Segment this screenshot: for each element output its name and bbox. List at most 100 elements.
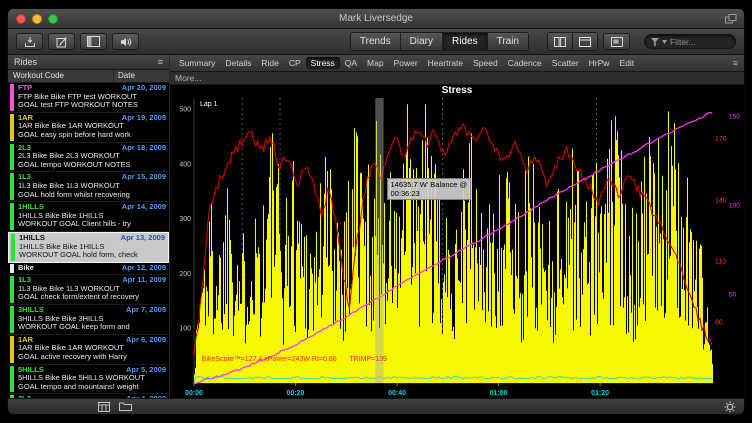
ride-color-bar (11, 234, 15, 261)
tab-heartrate[interactable]: Heartrate (423, 57, 468, 69)
svg-text:80: 80 (715, 319, 723, 326)
ride-description-line: GOAL tempo WORKOUT NOTES (18, 161, 166, 170)
folder-icon[interactable] (119, 401, 132, 412)
ride-color-bar (10, 84, 14, 111)
tab-power[interactable]: Power (389, 57, 423, 69)
download-activity-button[interactable] (16, 33, 43, 50)
list-column-headers: Workout Code Date (8, 70, 169, 83)
ride-list-item[interactable]: 1HILLSApr 14, 20091HILLS Bike Bike 1HILL… (8, 202, 169, 232)
svg-text:TRIMP=139: TRIMP=139 (349, 356, 387, 363)
ride-list-item[interactable]: 1ARApr 6, 20091AR Bike Bike 1AR WORKOUTG… (8, 335, 169, 365)
view-tab-train[interactable]: Train (488, 33, 528, 50)
column-workout-code[interactable]: Workout Code (8, 70, 113, 82)
close-button[interactable] (16, 14, 26, 24)
ride-list-item[interactable]: 1L3Apr 15, 20091L3 Bike Bike 1L3 WORKOUT… (8, 172, 169, 202)
ride-color-bar (10, 336, 14, 363)
ride-color-bar (10, 144, 14, 171)
ride-date: Apr 7, 2009 (126, 306, 166, 315)
svg-text:150: 150 (729, 113, 740, 120)
ride-date: Apr 14, 2009 (122, 203, 166, 212)
tab-cp[interactable]: CP (284, 57, 306, 69)
ride-list-item[interactable]: 1L3Apr 11, 20091L3 Bike Bike 1L3 WORKOUT… (8, 275, 169, 305)
ride-color-bar (10, 366, 14, 393)
ride-date: Apr 11, 2009 (122, 276, 166, 285)
tab-details[interactable]: Details (220, 57, 256, 69)
calendar-icon[interactable] (98, 401, 110, 412)
svg-text:Lap 1: Lap 1 (200, 101, 218, 108)
ride-list-item[interactable]: 3HILLSApr 7, 20093HILLS Bike Bike 3HILLS… (8, 305, 169, 335)
tab-speed[interactable]: Speed (468, 57, 503, 69)
svg-text:01:00: 01:00 (490, 390, 508, 397)
tab-hrpw[interactable]: HrPw (584, 57, 615, 69)
toolbar: TrendsDiaryRidesTrain Filter... (8, 29, 744, 55)
ride-list-item[interactable]: 1ARApr 19, 20091AR Bike Bike 1AR WORKOUT… (8, 113, 169, 143)
ride-list-item[interactable]: 5HILLSApr 5, 20095HILLS Bike Bike 5HILLS… (8, 365, 169, 395)
zoom-button[interactable] (48, 14, 58, 24)
ride-date: Apr 18, 2009 (122, 144, 166, 153)
svg-text:100: 100 (179, 326, 191, 333)
tiled-view-button[interactable] (548, 33, 573, 50)
tabbed-view-button[interactable] (573, 33, 597, 50)
tab-ride[interactable]: Ride (256, 57, 283, 69)
tab-summary[interactable]: Summary (174, 57, 220, 69)
tab-edit[interactable]: Edit (614, 57, 639, 69)
window-layout-button[interactable] (603, 33, 630, 50)
svg-text:00:00: 00:00 (185, 390, 203, 397)
svg-text:200: 200 (179, 271, 191, 278)
svg-text:50: 50 (729, 291, 737, 298)
manual-activity-button[interactable] (48, 33, 75, 50)
minimize-button[interactable] (32, 14, 42, 24)
ride-description-line: GOAL active recovery with Harry (18, 353, 166, 362)
stress-chart-panel[interactable]: Stress 100200300400500801101401705010015… (170, 85, 744, 398)
ride-list-item[interactable]: 1HILLSApr 13, 20091HILLS Bike Bike 1HILL… (8, 232, 169, 263)
ride-list-item[interactable]: FTPApr 20, 2009FTP Bike Bike FTP test WO… (8, 83, 169, 113)
view-tab-rides[interactable]: Rides (443, 33, 488, 50)
chart-tabbar: SummaryDetailsRideCPStressQAMapPowerHear… (170, 55, 744, 72)
tab-stress[interactable]: Stress (306, 57, 340, 69)
stress-chart[interactable]: 100200300400500801101401705010015000:000… (170, 85, 744, 398)
app-window: Mark Liversedge TrendsDiaryRidesTrain (8, 9, 744, 414)
audio-button[interactable] (112, 33, 139, 50)
ride-list-item[interactable]: 2L3Apr 18, 20092L3 Bike Bike 2L3 WORKOUT… (8, 143, 169, 173)
ride-description-line: GOAL test FTP WORKOUT NOTES (18, 101, 166, 110)
sidebar-title: Rides (14, 57, 37, 67)
ride-code: Bike (18, 264, 34, 273)
statusbar (8, 398, 744, 414)
titlebar[interactable]: Mark Liversedge (8, 9, 744, 29)
chart-title: Stress (170, 85, 744, 96)
view-tab-trends[interactable]: Trends (351, 33, 401, 50)
chevron-down-icon (662, 40, 667, 44)
ride-color-bar (10, 276, 14, 303)
ride-description-line: GOAL easy spin before hard work (18, 131, 166, 140)
sidebar-menu-icon[interactable]: ≡ (158, 57, 163, 67)
view-tab-diary[interactable]: Diary (401, 33, 443, 50)
more-link[interactable]: More... (175, 73, 201, 83)
ride-date: Apr 15, 2009 (122, 173, 166, 182)
ride-description-line: GOAL hold form whilst recovering (18, 191, 166, 200)
ride-date: Apr 12, 2009 (122, 264, 166, 273)
svg-text:140: 140 (715, 197, 727, 204)
ride-description-line: GOAL check form/extent of recovery (18, 293, 166, 302)
main-view: SummaryDetailsRideCPStressQAMapPowerHear… (170, 55, 744, 398)
column-date[interactable]: Date (113, 70, 169, 82)
tab-qa[interactable]: QA (340, 57, 362, 69)
ride-list-item[interactable]: Bike Apr 12, 2009 (8, 263, 169, 276)
svg-text:300: 300 (179, 216, 191, 223)
traffic-lights (16, 14, 58, 24)
view-switcher: TrendsDiaryRidesTrain (350, 32, 529, 51)
settings-gear-icon[interactable] (724, 401, 736, 413)
sidebar-toggle-button[interactable] (80, 33, 107, 50)
sidebar-header[interactable]: Rides ≡ (8, 55, 169, 70)
ride-description-line: GOAL tempo and mountains! weight (18, 383, 166, 392)
layout-mode-switcher (547, 32, 598, 51)
filter-placeholder: Filter... (670, 37, 696, 47)
tab-map[interactable]: Map (362, 57, 389, 69)
tab-cadence[interactable]: Cadence (503, 57, 547, 69)
svg-text:00:40: 00:40 (388, 390, 406, 397)
filter-box[interactable]: Filter... (644, 34, 736, 49)
tab-scatter[interactable]: Scatter (547, 57, 584, 69)
spaces-icon[interactable] (725, 14, 737, 25)
tab-menu-icon[interactable]: ≡ (733, 58, 740, 68)
svg-text:00:20: 00:20 (287, 390, 305, 397)
ride-date: Apr 13, 2009 (121, 234, 165, 243)
